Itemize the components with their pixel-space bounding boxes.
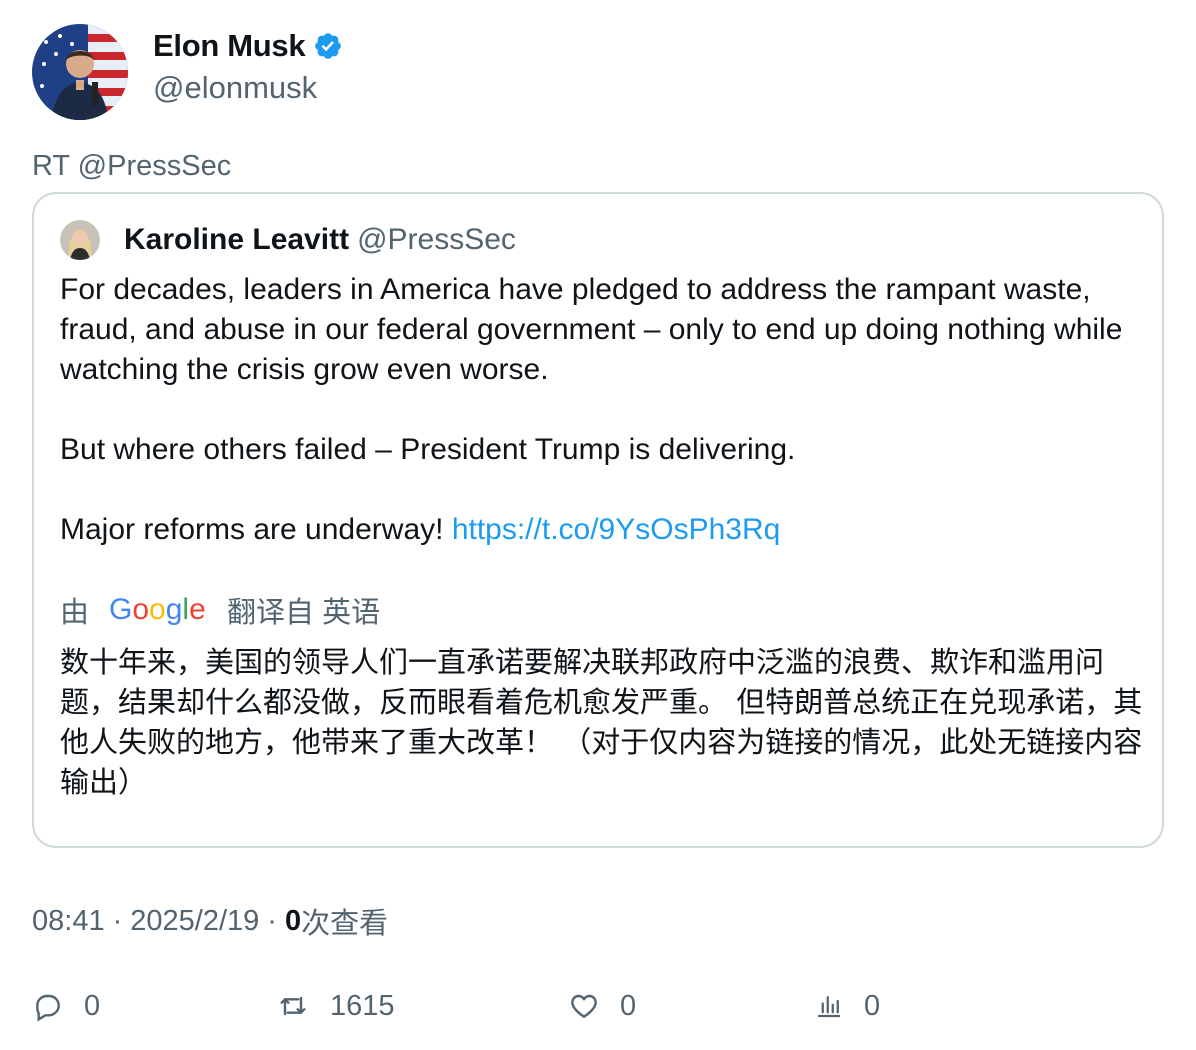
translation-suffix: 翻译自 英语 [227,597,381,629]
meta-separator: · [112,904,123,937]
author-name[interactable]: Elon Musk [153,28,343,64]
like-button[interactable]: 0 [568,984,636,1028]
quoted-tweet-text: For decades, leaders in America have ple… [60,270,1150,550]
quoted-link[interactable]: https://t.co/9YsOsPh3Rq [452,513,781,546]
reply-button[interactable]: 0 [32,984,100,1028]
like-count: 0 [620,989,637,1022]
retweet-count: 1615 [330,989,395,1022]
reply-count: 0 [84,989,101,1022]
tweet-header: Elon Musk @elonmusk [32,24,1132,124]
quoted-paragraph-text: Major reforms are underway! [60,513,452,546]
tweet-page: Elon Musk @elonmusk RT @PressSec Karolin… [0,0,1196,1050]
google-logo-icon: Google [109,593,207,627]
google-logo-letters: Google [109,593,206,626]
views-label: 次查看 [301,908,389,940]
tweet-meta: 08:41 · 2025/2/19 · 0 次查看 [32,900,388,942]
views-count: 0 [284,904,302,937]
quoted-tweet-card[interactable]: Karoline Leavitt @PressSec For decades, … [32,192,1164,848]
views-action-count: 0 [864,989,881,1022]
retweet-label: RT @PressSec [32,150,232,182]
retweet-icon [280,996,306,1016]
author-avatar[interactable] [32,24,128,120]
reply-icon [36,994,60,1022]
meta-separator: · [267,904,277,937]
tweet-date[interactable]: 2025/2/19 [130,905,259,938]
quoted-avatar[interactable] [60,220,100,260]
translation-attribution: 由 Google 翻译自 英语 [60,590,380,630]
tweet-time[interactable]: 08:41 [32,905,105,938]
verified-badge-icon [315,33,342,59]
author-name-text[interactable]: Elon Musk [153,28,306,64]
analytics-icon [817,996,841,1018]
avatar-photo-icon [32,24,128,120]
translated-text: 数十年来，美国的领导人们一直承诺要解决联邦政府中泛滥的浪费、欺诈和滥用问题，结果… [60,645,1143,799]
quoted-paragraph: But where others failed – President Trum… [60,433,796,466]
tweet-actions: 0 1615 0 0 [32,984,1164,1028]
quoted-paragraph: For decades, leaders in America have ple… [60,273,1123,386]
retweet-button[interactable]: 1615 [276,984,395,1028]
quoted-author-handle[interactable]: @PressSec [357,223,516,257]
quoted-author-name[interactable]: Karoline Leavitt [124,223,349,257]
heart-icon [571,994,597,1018]
quoted-avatar-photo-icon [60,220,100,260]
views-button[interactable]: 0 [814,984,880,1028]
translation-prefix: 由 [60,597,90,629]
quoted-tweet-header: Karoline Leavitt @PressSec [60,218,516,262]
quoted-paragraph: Major reforms are underway! https://t.co… [60,510,1150,550]
author-handle[interactable]: @elonmusk [153,70,317,106]
